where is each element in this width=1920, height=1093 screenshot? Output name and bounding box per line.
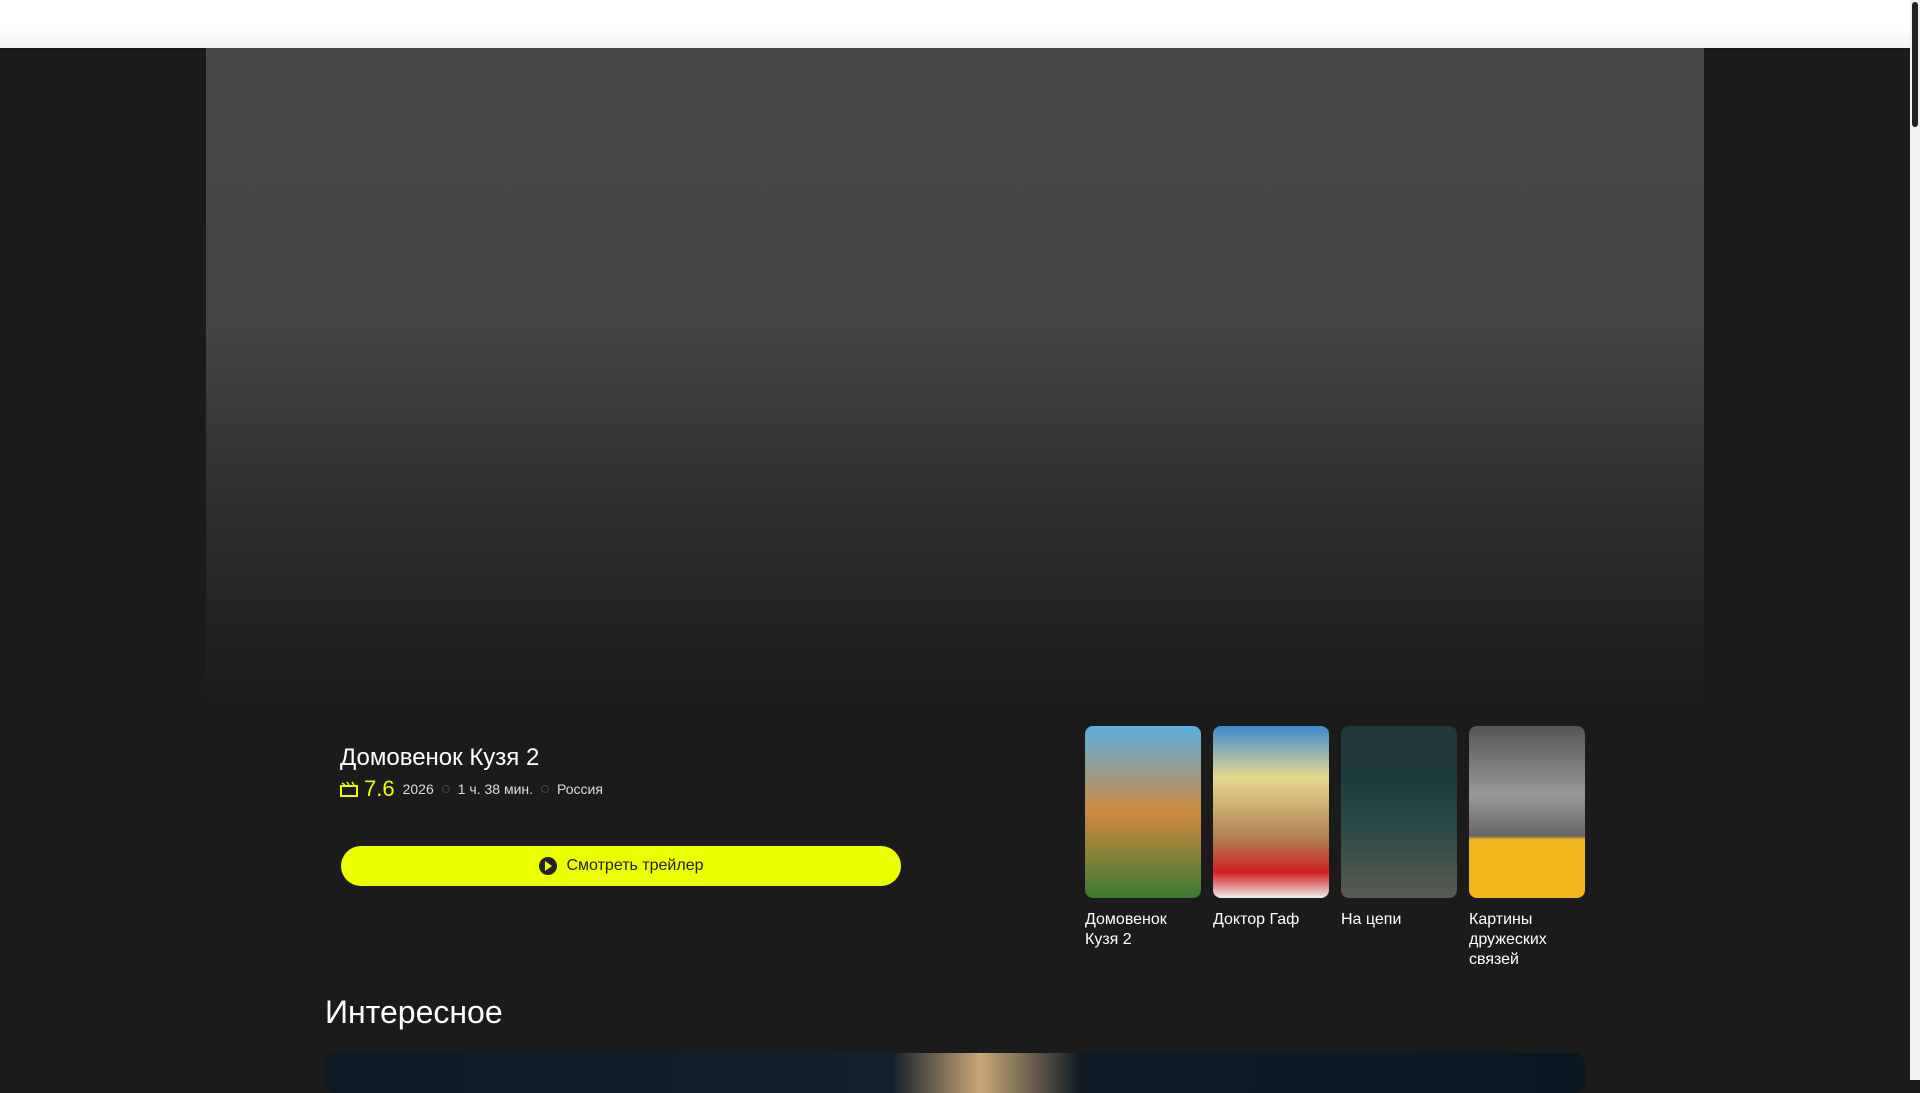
featured-card[interactable]: [325, 1053, 1585, 1093]
poster-card[interactable]: Картины дружеских связей: [1469, 726, 1585, 970]
hero-banner: [206, 48, 1704, 708]
rating-value: 7.6: [364, 776, 395, 801]
watch-trailer-label: Смотреть трейлер: [566, 857, 704, 874]
watch-trailer-button[interactable]: Смотреть трейлер: [341, 846, 901, 886]
separator-icon: [541, 785, 550, 793]
separator-icon: [441, 785, 450, 793]
poster-title[interactable]: На цепи: [1341, 910, 1457, 930]
poster-image[interactable]: [1469, 726, 1585, 898]
scrollbar[interactable]: [1910, 0, 1920, 1080]
poster-card[interactable]: На цепи: [1341, 726, 1457, 970]
poster-title[interactable]: Домовенок Кузя 2: [1085, 910, 1201, 950]
poster-image[interactable]: [1341, 726, 1457, 898]
play-icon: [538, 857, 557, 875]
clapperboard-icon: [340, 781, 358, 797]
movie-title: Домовенок Кузя 2: [340, 744, 540, 771]
poster-title[interactable]: Доктор Гаф: [1213, 910, 1329, 930]
poster-card[interactable]: Домовенок Кузя 2: [1085, 726, 1201, 970]
scrollbar-thumb[interactable]: [1912, 2, 1918, 127]
rating: 7.6: [340, 776, 395, 802]
poster-title[interactable]: Картины дружеских связей: [1469, 910, 1585, 970]
poster-image[interactable]: [1213, 726, 1329, 898]
poster-list: Домовенок Кузя 2 Доктор Гаф На цепи Карт…: [1085, 726, 1585, 970]
site-header: [0, 0, 1910, 48]
poster-card[interactable]: Доктор Гаф: [1213, 726, 1329, 970]
country: Россия: [557, 781, 603, 797]
movie-meta: 7.6 2026 1 ч. 38 мин. Россия: [340, 776, 603, 802]
section-title: Интересное: [325, 994, 503, 1030]
duration: 1 ч. 38 мин.: [457, 781, 534, 797]
poster-image[interactable]: [1085, 726, 1201, 898]
year: 2026: [402, 781, 434, 797]
